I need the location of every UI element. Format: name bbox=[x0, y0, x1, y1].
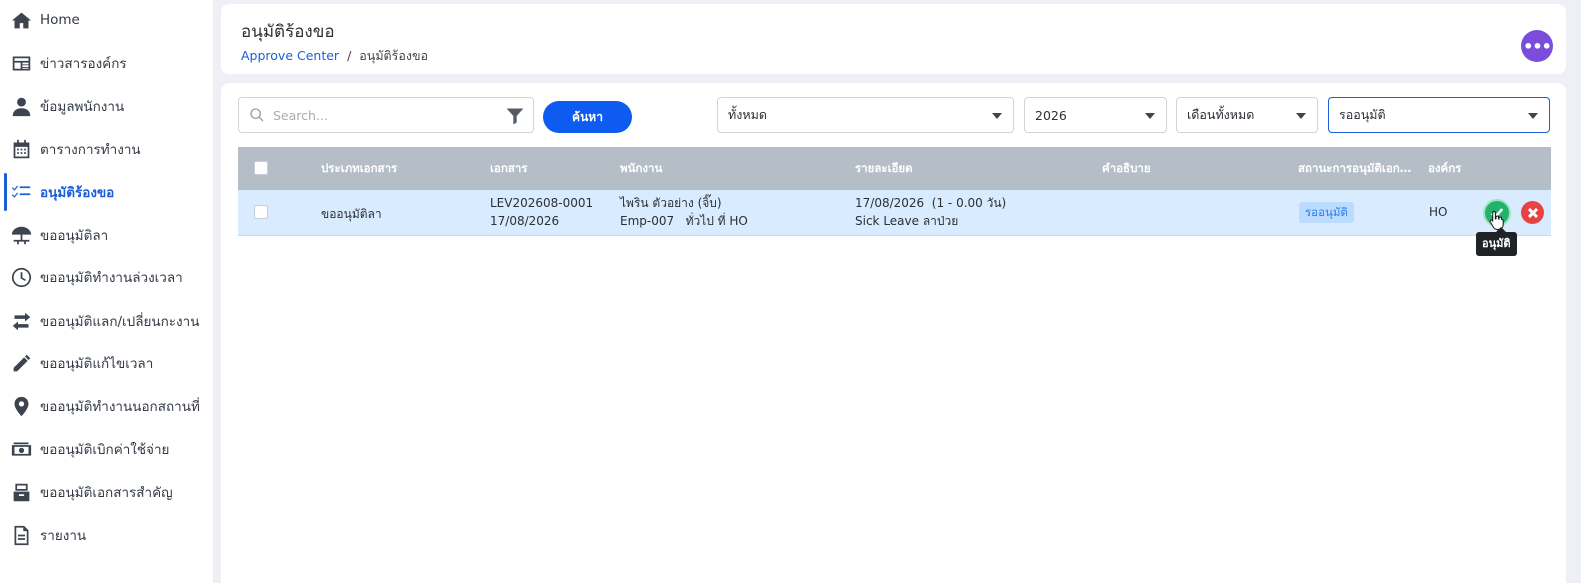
sidebar-item-home[interactable]: Home bbox=[0, 2, 213, 38]
status-value: รออนุมัติ bbox=[1339, 107, 1386, 122]
sidebar-item-schedule[interactable]: ตารางการทำงาน bbox=[0, 131, 213, 167]
select-all-checkbox[interactable] bbox=[254, 161, 268, 175]
sidebar-item-offsite[interactable]: ขออนุมัติทำงานนอกสถานที่ bbox=[0, 388, 213, 424]
table-header: ประเภทเอกสาร เอกสาร พนักงาน รายละเอียด ค… bbox=[238, 147, 1551, 190]
main-panel: ค้นหา ทั้งหมด 2026 เดือนทั้งหมด รออนุมัต… bbox=[221, 83, 1566, 583]
pencil-icon bbox=[10, 352, 32, 374]
status-select[interactable]: รออนุมัติ bbox=[1328, 97, 1550, 133]
sidebar-item-label: ขออนุมัติแลก/เปลี่ยนกะงาน bbox=[40, 314, 200, 330]
chevron-down-icon bbox=[1145, 113, 1155, 119]
more-options-button[interactable]: ••• bbox=[1521, 30, 1553, 62]
checklist-icon bbox=[10, 181, 32, 203]
sidebar-item-leave[interactable]: ขออนุมัติลา bbox=[0, 217, 213, 253]
beach-umbrella-icon bbox=[10, 224, 32, 246]
sidebar-item-label: ขออนุมัติลา bbox=[40, 228, 109, 244]
news-icon bbox=[10, 52, 32, 74]
swap-icon bbox=[10, 310, 32, 332]
sidebar-item-label: อนุมัติร้องขอ bbox=[40, 185, 115, 201]
sidebar-item-time-edit[interactable]: ขออนุมัติแก้ไขเวลา bbox=[0, 345, 213, 381]
chevron-down-icon bbox=[1528, 113, 1538, 119]
calendar-icon bbox=[10, 138, 32, 160]
cell-doc-type: ขออนุมัติลา bbox=[321, 207, 382, 221]
sidebar-item-label: ข้อมูลพนักงาน bbox=[40, 99, 125, 115]
chevron-down-icon bbox=[1296, 113, 1306, 119]
column-header-document[interactable]: เอกสาร bbox=[490, 147, 600, 190]
sidebar-item-label: รายงาน bbox=[40, 528, 87, 544]
money-icon bbox=[10, 438, 32, 460]
sidebar-item-label: ขออนุมัติแก้ไขเวลา bbox=[40, 356, 154, 372]
sidebar-item-label: ขออนุมัติเบิกค่าใช้จ่าย bbox=[40, 442, 170, 458]
doc-date: 17/08/2026 bbox=[490, 214, 560, 228]
filter-icon[interactable] bbox=[505, 106, 525, 126]
cell-document: LEV202608-0001 17/08/2026 bbox=[490, 194, 593, 230]
map-pin-icon bbox=[10, 395, 32, 417]
document-type-value: ทั้งหมด bbox=[728, 107, 767, 122]
column-header-employee[interactable]: พนักงาน bbox=[620, 147, 800, 190]
sidebar-item-approve-center[interactable]: อนุมัติร้องขอ bbox=[0, 174, 213, 210]
sidebar-item-label: ขออนุมัติเอกสารสำคัญ bbox=[40, 485, 173, 501]
sidebar-item-employee[interactable]: ข้อมูลพนักงาน bbox=[0, 88, 213, 124]
breadcrumb-current: อนุมัติร้องขอ bbox=[359, 48, 429, 63]
page-header: อนุมัติร้องขอ Approve Center / อนุมัติร้… bbox=[221, 4, 1566, 74]
clock-icon bbox=[10, 266, 32, 288]
month-select[interactable]: เดือนทั้งหมด bbox=[1176, 97, 1318, 133]
year-value: 2026 bbox=[1035, 107, 1067, 123]
status-badge: รออนุมัติ bbox=[1299, 202, 1354, 223]
approve-tooltip: อนุมัติ bbox=[1476, 227, 1517, 256]
column-header-organization[interactable]: องค์กร bbox=[1428, 147, 1488, 190]
page-title: อนุมัติร้องขอ bbox=[241, 22, 335, 42]
year-select[interactable]: 2026 bbox=[1024, 97, 1167, 133]
detail-date: 17/08/2026 (1 - 0.00 วัน) bbox=[855, 196, 1007, 210]
sidebar-item-expense[interactable]: ขออนุมัติเบิกค่าใช้จ่าย bbox=[0, 431, 213, 467]
table-row[interactable]: ขออนุมัติลา LEV202608-0001 17/08/2026 ไพ… bbox=[238, 190, 1551, 236]
sidebar-item-label: Home bbox=[40, 12, 80, 28]
sidebar-item-label: ขออนุมัติทำงานล่วงเวลา bbox=[40, 270, 183, 286]
month-value: เดือนทั้งหมด bbox=[1187, 107, 1255, 122]
search-button[interactable]: ค้นหา bbox=[543, 101, 632, 133]
report-icon bbox=[10, 524, 32, 546]
employee-name: ไพริน ตัวอย่าง (จิ๊บ) bbox=[620, 196, 722, 210]
row-checkbox[interactable] bbox=[254, 205, 268, 219]
document-box-icon bbox=[10, 481, 32, 503]
close-icon bbox=[1527, 207, 1538, 218]
cell-organization: HO bbox=[1429, 205, 1448, 219]
sidebar-item-label: ตารางการทำงาน bbox=[40, 142, 141, 158]
column-header-approval-status[interactable]: สถานะการอนุมัติเอกสาร bbox=[1298, 147, 1418, 190]
cell-detail: 17/08/2026 (1 - 0.00 วัน) Sick Leave ลาป… bbox=[855, 194, 1006, 230]
breadcrumb-separator: / bbox=[347, 48, 352, 63]
more-icon: ••• bbox=[1523, 36, 1552, 56]
home-icon bbox=[10, 9, 32, 31]
reject-button[interactable] bbox=[1521, 201, 1544, 224]
breadcrumb-link-approve-center[interactable]: Approve Center bbox=[241, 48, 339, 63]
cell-employee: ไพริน ตัวอย่าง (จิ๊บ) Emp-007 ทั่วไป ที่… bbox=[620, 194, 748, 230]
search-input[interactable] bbox=[273, 107, 493, 123]
employee-info: Emp-007 ทั่วไป ที่ HO bbox=[620, 214, 748, 228]
column-header-description[interactable]: คำอธิบาย bbox=[1102, 147, 1252, 190]
column-header-detail[interactable]: รายละเอียด bbox=[855, 147, 1055, 190]
search-icon bbox=[250, 108, 264, 122]
sidebar-item-overtime[interactable]: ขออนุมัติทำงานล่วงเวลา bbox=[0, 259, 213, 295]
document-type-select[interactable]: ทั้งหมด bbox=[717, 97, 1014, 133]
doc-number[interactable]: LEV202608-0001 bbox=[490, 194, 593, 212]
sidebar-item-shift-swap[interactable]: ขออนุมัติแลก/เปลี่ยนกะงาน bbox=[0, 303, 213, 339]
sidebar-item-news[interactable]: ข่าวสารองค์กร bbox=[0, 45, 213, 81]
breadcrumb: Approve Center / อนุมัติร้องขอ bbox=[241, 46, 428, 66]
column-header-doc-type[interactable]: ประเภทเอกสาร bbox=[321, 147, 471, 190]
sidebar-item-label: ข่าวสารองค์กร bbox=[40, 56, 127, 72]
detail-type: Sick Leave ลาป่วย bbox=[855, 214, 959, 228]
user-icon bbox=[10, 95, 32, 117]
chevron-down-icon bbox=[992, 113, 1002, 119]
sidebar-item-report[interactable]: รายงาน bbox=[0, 517, 213, 553]
sidebar-item-label: ขออนุมัติทำงานนอกสถานที่ bbox=[40, 399, 200, 415]
sidebar: Home ข่าวสารองค์กร ข้อมูลพนักงาน ตารางกา… bbox=[0, 0, 213, 583]
sidebar-item-important-docs[interactable]: ขออนุมัติเอกสารสำคัญ bbox=[0, 474, 213, 510]
search-box bbox=[238, 97, 534, 133]
